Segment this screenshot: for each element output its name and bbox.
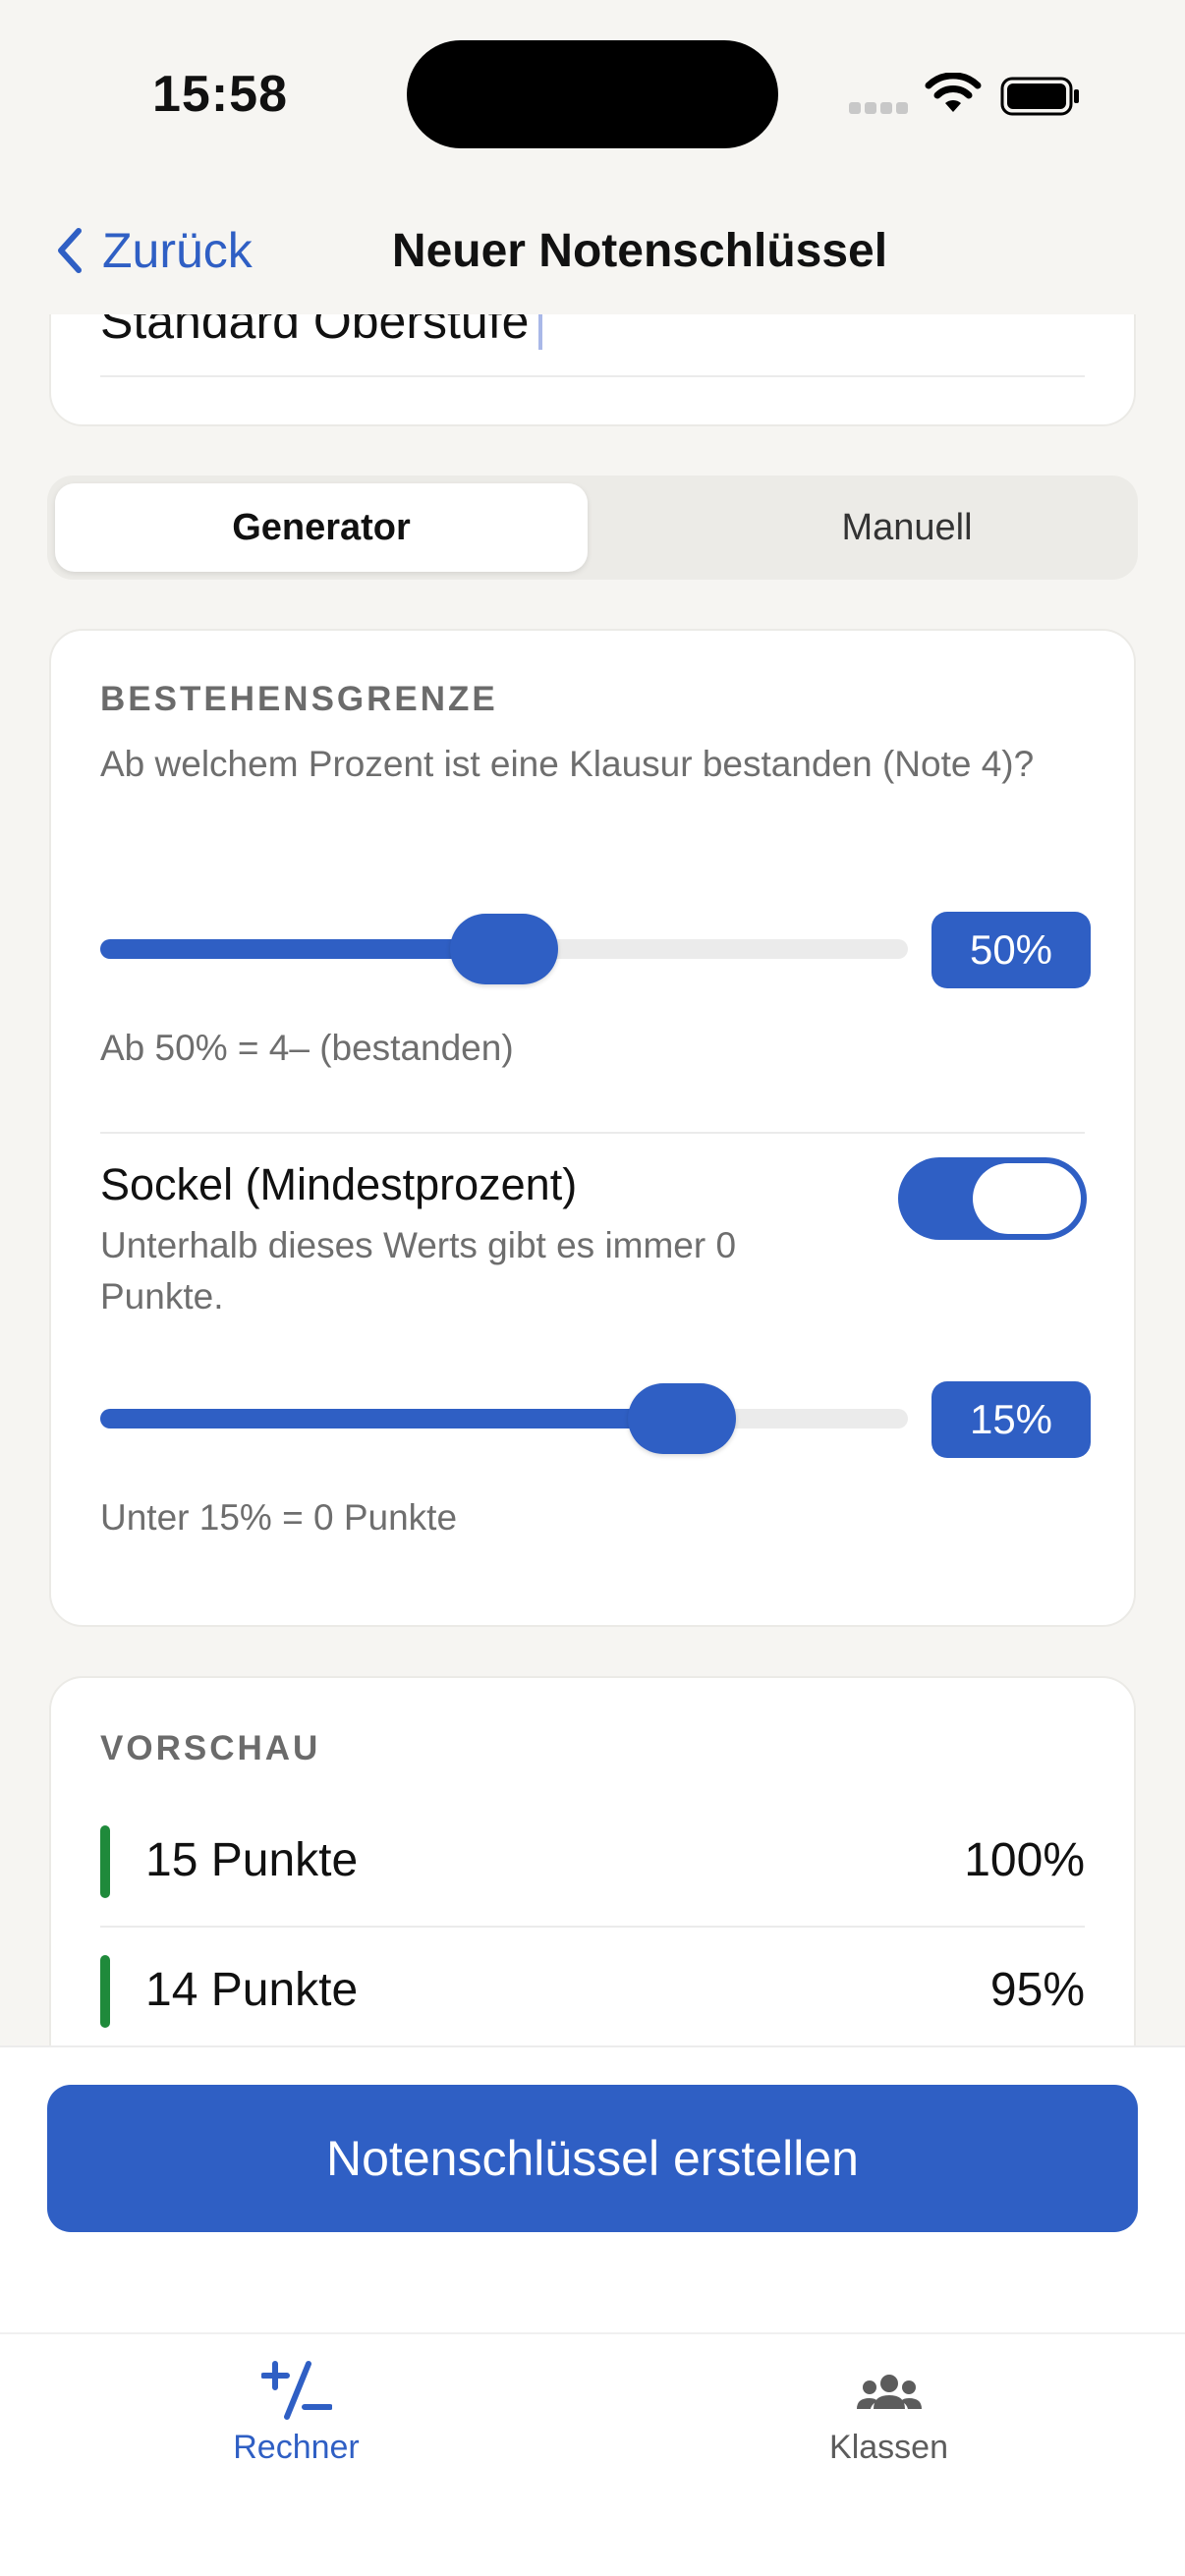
pass-threshold-value-badge: 50% — [931, 912, 1091, 988]
wifi-icon — [925, 73, 982, 112]
name-field-underline — [100, 375, 1085, 377]
preview-section-label: VORSCHAU — [100, 1729, 321, 1767]
sockel-slider-thumb[interactable] — [627, 1383, 736, 1454]
preview-row-label: 14 Punkte — [145, 1964, 359, 2016]
grade-color-bar — [100, 1955, 110, 2028]
pass-threshold-slider-thumb[interactable] — [450, 914, 558, 984]
tab-generator[interactable]: Generator — [55, 483, 588, 572]
tab-bar: Rechner Klassen — [0, 2332, 1185, 2576]
mode-segmented-control: Generator Manuell — [47, 476, 1138, 580]
preview-row-value: 100% — [964, 1834, 1085, 1886]
tab-rechner[interactable]: Rechner — [0, 2334, 592, 2482]
pass-threshold-slider-fill — [100, 939, 504, 959]
create-grading-key-button[interactable]: Notenschlüssel erstellen — [47, 2085, 1138, 2232]
sockel-slider[interactable] — [100, 1383, 908, 1454]
page-title: Neuer Notenschlüssel — [391, 224, 888, 277]
battery-icon — [1000, 77, 1079, 116]
section-divider — [100, 1132, 1085, 1134]
pass-threshold-section-label: BESTEHENSGRENZE — [100, 680, 498, 718]
settings-card: BESTEHENSGRENZE Ab welchem Prozent ist e… — [49, 629, 1136, 1627]
bottom-area: Notenschlüssel erstellen Rechner Klassen — [0, 2045, 1185, 2576]
preview-row-value: 95% — [989, 1964, 1085, 2016]
people-icon — [856, 2375, 922, 2409]
pass-threshold-hint: Ab 50% = 4– (bestanden) — [100, 1028, 514, 1068]
status-time: 15:58 — [152, 66, 288, 123]
dynamic-island — [407, 40, 778, 148]
pass-threshold-slider[interactable] — [100, 914, 908, 984]
preview-row: 14 Punkte 95% — [100, 1928, 1085, 2055]
grade-color-bar — [100, 1825, 110, 1898]
tab-manuell[interactable]: Manuell — [637, 483, 1177, 572]
sockel-value-badge: 15% — [931, 1381, 1091, 1458]
navigation-bar: Zurück Neuer Notenschlüssel — [0, 187, 1185, 314]
preview-row: 15 Punkte 100% — [100, 1798, 1085, 1926]
sockel-description: Unterhalb dieses Werts gibt es immer 0 P… — [100, 1225, 737, 1316]
tab-klassen-label: Klassen — [829, 2429, 948, 2466]
sockel-toggle[interactable] — [898, 1157, 1087, 1240]
cellular-signal-icon — [849, 102, 910, 116]
pass-threshold-description: Ab welchem Prozent ist eine Klausur best… — [100, 744, 1035, 784]
tab-rechner-label: Rechner — [233, 2429, 360, 2466]
preview-row-label: 15 Punkte — [145, 1834, 359, 1886]
sockel-toggle-knob — [973, 1163, 1081, 1234]
sockel-title: Sockel (Mindestprozent) — [100, 1159, 578, 1209]
status-bar: 15:58 — [0, 0, 1185, 187]
plus-minus-icon — [260, 2361, 332, 2420]
tab-klassen[interactable]: Klassen — [592, 2334, 1185, 2482]
sockel-hint: Unter 15% = 0 Punkte — [100, 1497, 458, 1538]
sockel-slider-fill — [100, 1409, 682, 1428]
